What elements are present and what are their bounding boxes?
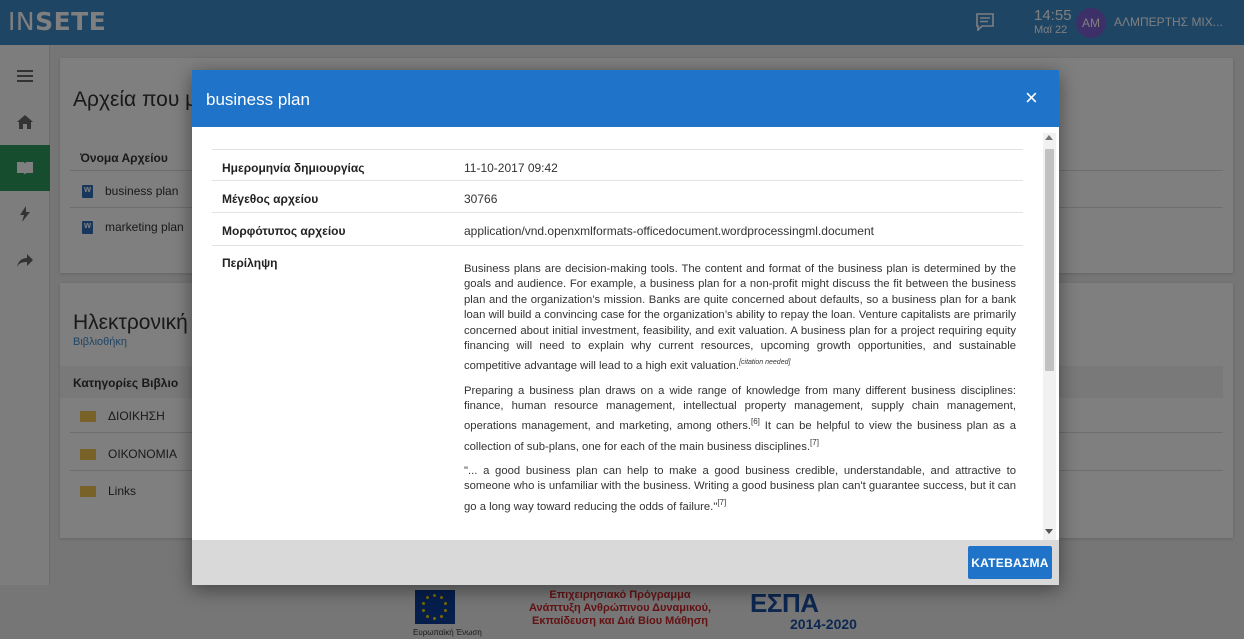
scroll-up-arrow-icon[interactable] bbox=[1045, 135, 1053, 140]
dialog-title: business plan bbox=[206, 90, 310, 109]
summary-paragraph: Business plans are decision-making tools… bbox=[464, 263, 1016, 373]
created-value: 11-10-2017 09:42 bbox=[464, 161, 558, 175]
size-label: Μέγεθος αρχείου bbox=[222, 192, 319, 206]
dialog-header: business plan × bbox=[192, 70, 1059, 127]
scrollbar-thumb[interactable] bbox=[1045, 149, 1054, 371]
summary-paragraph: "... a good business plan can help to ma… bbox=[464, 464, 1016, 513]
download-button[interactable]: ΚΑΤΕΒΑΣΜΑ bbox=[968, 546, 1052, 579]
dialog-body[interactable]: Ημερομηνία δημιουργίας 11-10-2017 09:42 … bbox=[192, 127, 1059, 540]
info-row-format: Μορφότυπος αρχείου application/vnd.openx… bbox=[212, 212, 1023, 245]
dialog-scrollbar[interactable] bbox=[1043, 133, 1056, 540]
summary-label: Περίληψη bbox=[222, 256, 278, 270]
close-icon[interactable]: × bbox=[1025, 87, 1038, 109]
summary-text: Business plans are decision-making tools… bbox=[464, 262, 1016, 524]
dialog-footer: ΚΑΤΕΒΑΣΜΑ bbox=[192, 540, 1059, 585]
created-label: Ημερομηνία δημιουργίας bbox=[222, 161, 365, 175]
format-label: Μορφότυπος αρχείου bbox=[222, 224, 346, 238]
scroll-down-arrow-icon[interactable] bbox=[1045, 529, 1053, 534]
summary-paragraph: Preparing a business plan draws on a wid… bbox=[464, 384, 1016, 453]
info-row-created: Ημερομηνία δημιουργίας 11-10-2017 09:42 bbox=[212, 149, 1023, 180]
size-value: 30766 bbox=[464, 192, 498, 206]
file-details-dialog: business plan × Ημερομηνία δημιουργίας 1… bbox=[192, 70, 1059, 585]
info-row-size: Μέγεθος αρχείου 30766 bbox=[212, 180, 1023, 212]
format-value: application/vnd.openxmlformats-officedoc… bbox=[464, 224, 874, 238]
